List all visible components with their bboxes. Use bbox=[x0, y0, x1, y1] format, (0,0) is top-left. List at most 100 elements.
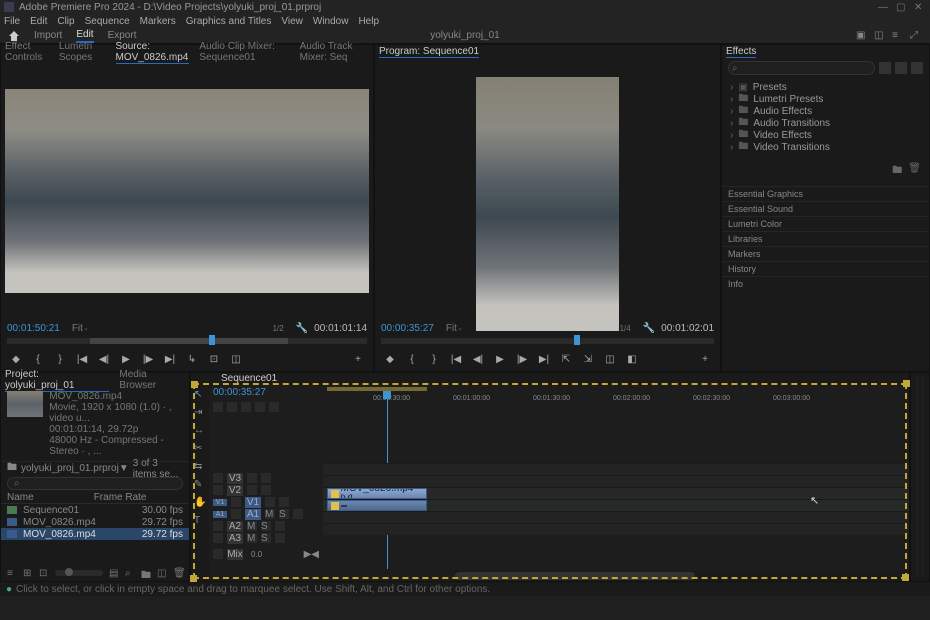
selection-tool-icon[interactable]: ↖ bbox=[194, 389, 206, 401]
mic-icon[interactable] bbox=[275, 533, 285, 543]
wrench-icon[interactable] bbox=[269, 402, 279, 412]
menu-markers[interactable]: Markers bbox=[140, 16, 176, 27]
mic-icon[interactable] bbox=[275, 521, 285, 531]
play-icon[interactable]: ▶ bbox=[493, 352, 507, 366]
button-editor-icon[interactable]: + bbox=[698, 352, 712, 366]
workspace-icon[interactable]: ◫ bbox=[874, 30, 886, 42]
track-header-mix[interactable]: Mix0.0▶◀ bbox=[213, 548, 319, 560]
close-button[interactable]: ✕ bbox=[914, 2, 926, 12]
tab-program[interactable]: Program: Sequence01 bbox=[379, 46, 479, 58]
freeform-view-icon[interactable]: ⊡ bbox=[39, 568, 49, 578]
insert-icon[interactable]: ↳ bbox=[185, 352, 199, 366]
go-to-in-icon[interactable]: |◀ bbox=[449, 352, 463, 366]
comparison-view-icon[interactable]: ◧ bbox=[625, 352, 639, 366]
mark-out-icon[interactable]: } bbox=[427, 352, 441, 366]
video-clip[interactable]: MOV_0826.mp4 [V] bbox=[327, 488, 427, 499]
linked-selection-icon[interactable] bbox=[227, 402, 237, 412]
track-v3[interactable] bbox=[323, 463, 909, 475]
preset-icon-1[interactable] bbox=[879, 62, 891, 74]
source-preview[interactable] bbox=[5, 89, 369, 293]
minimize-button[interactable]: — bbox=[878, 2, 890, 12]
track-a3[interactable] bbox=[323, 523, 909, 535]
track-v1[interactable]: MOV_0826.mp4 [V] bbox=[323, 487, 909, 499]
automate-icon[interactable]: ▤ bbox=[109, 568, 119, 578]
razor-tool-icon[interactable]: ✂ bbox=[194, 443, 206, 455]
thumbnail-size-slider[interactable] bbox=[55, 570, 103, 576]
tree-video-transitions[interactable]: ›🖿Video Transitions bbox=[730, 141, 921, 153]
workspace-export[interactable]: Export bbox=[108, 30, 137, 41]
source-scrubber[interactable] bbox=[1, 338, 373, 350]
track-header-v1[interactable]: V1V1 bbox=[213, 496, 319, 508]
step-back-icon[interactable]: ◀| bbox=[97, 352, 111, 366]
pen-tool-icon[interactable]: ✎ bbox=[194, 479, 206, 491]
eye-icon[interactable] bbox=[247, 473, 257, 483]
track-select-tool-icon[interactable]: ⇥ bbox=[194, 407, 206, 419]
tab-effect-controls[interactable]: Effect Controls bbox=[5, 41, 49, 63]
lock-icon[interactable] bbox=[231, 497, 241, 507]
trash-icon[interactable]: 🗑 bbox=[173, 568, 183, 578]
project-row-clip2[interactable]: MOV_0826.mp429.72 fps bbox=[1, 528, 189, 540]
go-to-out-icon[interactable]: ▶| bbox=[163, 352, 177, 366]
acc-info[interactable]: Info bbox=[722, 276, 929, 291]
button-editor-icon[interactable]: + bbox=[351, 352, 365, 366]
preset-icon-3[interactable] bbox=[911, 62, 923, 74]
playhead-icon[interactable] bbox=[383, 391, 391, 399]
menu-help[interactable]: Help bbox=[358, 16, 379, 27]
menu-file[interactable]: File bbox=[4, 16, 20, 27]
acc-essential-sound[interactable]: Essential Sound bbox=[722, 201, 929, 216]
tree-audio-transitions[interactable]: ›🖿Audio Transitions bbox=[730, 117, 921, 129]
tree-video-effects[interactable]: ›🖿Video Effects bbox=[730, 129, 921, 141]
project-row-sequence[interactable]: Sequence0130.00 fps bbox=[1, 504, 189, 516]
find-icon[interactable]: ⌕ bbox=[125, 568, 135, 578]
program-preview[interactable] bbox=[476, 77, 619, 331]
trash-icon[interactable]: 🗑 bbox=[908, 163, 921, 180]
track-a1[interactable] bbox=[323, 499, 909, 511]
effects-search-input[interactable] bbox=[728, 61, 875, 75]
marker-toggle-icon[interactable] bbox=[241, 402, 251, 412]
lock-icon[interactable] bbox=[231, 509, 241, 519]
tree-lumetri-presets[interactable]: ›🖿Lumetri Presets bbox=[730, 93, 921, 105]
tree-presets[interactable]: ›▣Presets bbox=[730, 81, 921, 93]
options-icon[interactable]: ≡ bbox=[892, 30, 904, 42]
program-scrubber[interactable] bbox=[375, 338, 720, 350]
eye-icon[interactable] bbox=[265, 497, 275, 507]
track-header-a2[interactable]: A2MS bbox=[213, 520, 319, 532]
project-row-clip1[interactable]: MOV_0826.mp429.72 fps bbox=[1, 516, 189, 528]
step-back-icon[interactable]: ◀| bbox=[471, 352, 485, 366]
acc-essential-graphics[interactable]: Essential Graphics bbox=[722, 186, 929, 201]
extract-icon[interactable]: ⇲ bbox=[581, 352, 595, 366]
lock-icon[interactable] bbox=[213, 521, 223, 531]
track-header-a1[interactable]: A1A1MS bbox=[213, 508, 319, 520]
menu-graphics[interactable]: Graphics and Titles bbox=[186, 16, 272, 27]
new-item-icon[interactable]: ◫ bbox=[157, 568, 167, 578]
acc-lumetri-color[interactable]: Lumetri Color bbox=[722, 216, 929, 231]
tab-project[interactable]: Project: yolyuki_proj_01 bbox=[5, 369, 109, 392]
menu-window[interactable]: Window bbox=[313, 16, 349, 27]
tab-media-browser[interactable]: Media Browser bbox=[119, 369, 185, 391]
snap-icon[interactable] bbox=[213, 402, 223, 412]
track-header-v2[interactable]: V2 bbox=[213, 484, 319, 496]
new-bin-icon[interactable]: 🖿 bbox=[892, 163, 902, 180]
eye-icon[interactable] bbox=[247, 485, 257, 495]
timeline-timecode[interactable]: 00:00:35:27 bbox=[213, 387, 319, 398]
mic-icon[interactable] bbox=[293, 509, 303, 519]
export-frame-icon[interactable]: ◫ bbox=[603, 352, 617, 366]
tab-lumetri-scopes[interactable]: Lumetri Scopes bbox=[59, 41, 106, 63]
filter-icon[interactable]: ▼ bbox=[119, 463, 129, 474]
source-zoom-dropdown-icon[interactable]: ⌄ bbox=[83, 324, 89, 332]
preset-icon-2[interactable] bbox=[895, 62, 907, 74]
col-framerate[interactable]: Frame Rate bbox=[94, 492, 147, 503]
bin-label[interactable]: yolyuki_proj_01.prproj bbox=[21, 463, 119, 474]
track-header-v3[interactable]: V3 bbox=[213, 472, 319, 484]
tab-effects[interactable]: Effects bbox=[726, 46, 756, 58]
settings-icon[interactable] bbox=[255, 402, 265, 412]
track-header-a3[interactable]: A3MS bbox=[213, 532, 319, 544]
mark-out-icon[interactable]: } bbox=[53, 352, 67, 366]
program-timecode-left[interactable]: 00:00:35:27 bbox=[381, 323, 434, 334]
overwrite-icon[interactable]: ⊡ bbox=[207, 352, 221, 366]
program-resolution[interactable]: 1/4 bbox=[620, 324, 631, 333]
export-frame-icon[interactable]: ◫ bbox=[229, 352, 243, 366]
tree-audio-effects[interactable]: ›🖿Audio Effects bbox=[730, 105, 921, 117]
audio-clip[interactable] bbox=[327, 500, 427, 511]
go-to-out-icon[interactable]: ▶| bbox=[537, 352, 551, 366]
